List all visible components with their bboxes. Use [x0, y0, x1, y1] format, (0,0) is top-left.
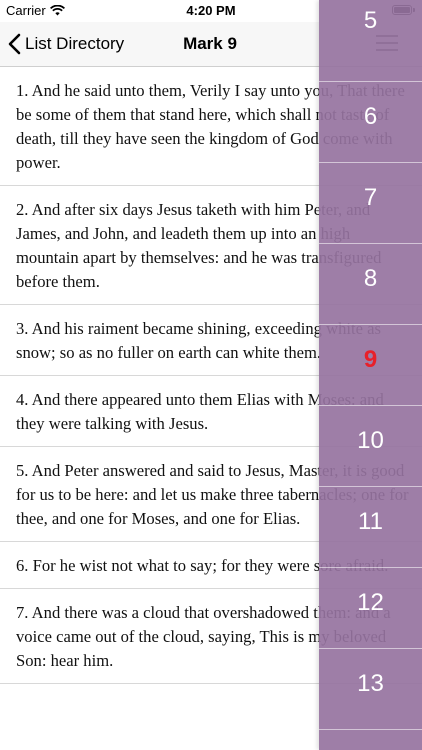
chapter-item-12[interactable]: 12 [319, 568, 422, 649]
chevron-left-icon [8, 33, 21, 55]
back-button[interactable]: List Directory [8, 30, 124, 58]
chapter-item-6[interactable]: 6 [319, 82, 422, 163]
back-button-label: List Directory [25, 34, 125, 53]
chapter-item-7[interactable]: 7 [319, 163, 422, 244]
page-title: Mark 9 [183, 34, 237, 53]
chapter-item-11[interactable]: 11 [319, 487, 422, 568]
chapter-item-8[interactable]: 8 [319, 244, 422, 325]
chapter-item-10[interactable]: 10 [319, 406, 422, 487]
chapter-item-9[interactable]: 9 [319, 325, 422, 406]
chapter-item-5[interactable]: 5 [319, 0, 422, 82]
chapter-sidebar: 5 6 7 8 9 10 11 12 13 [319, 0, 422, 750]
chapter-item-13[interactable]: 13 [319, 649, 422, 730]
